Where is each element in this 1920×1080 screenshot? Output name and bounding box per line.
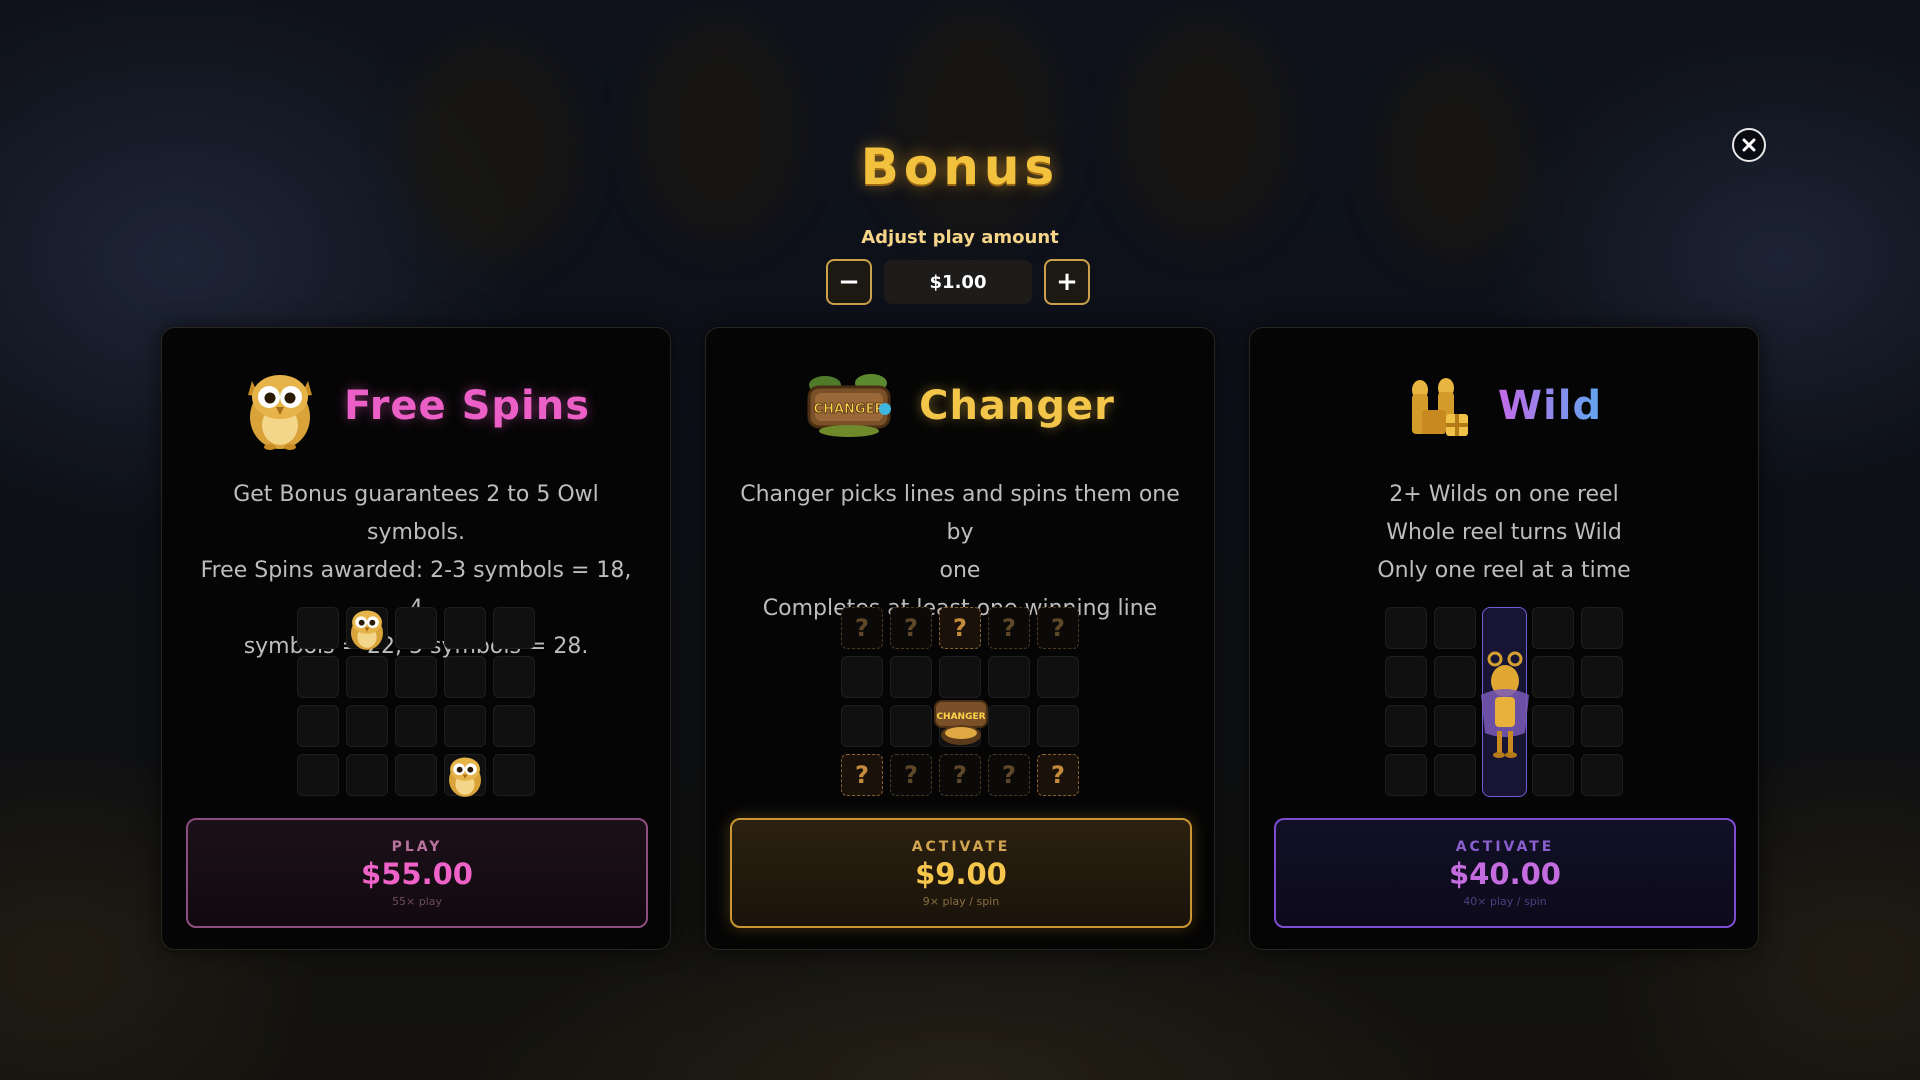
reel-cell [841,705,883,747]
question-mark-cell: ? [939,754,981,796]
reel-cell [1581,705,1623,747]
question-mark-cell: ? [841,607,883,649]
reel-cell [493,754,535,796]
reel-cell [1385,705,1427,747]
reel-cell [346,705,388,747]
reel-cell [395,754,437,796]
action-label: PLAY [391,838,443,855]
reel-cell [395,607,437,649]
reel-cell [444,656,486,698]
question-mark-cell: ? [988,607,1030,649]
action-subtext: 40× play / spin [1463,894,1547,908]
action-price: $55.00 [361,856,473,891]
desc-line: Get Bonus guarantees 2 to 5 Owl symbols. [233,482,599,545]
reel-cell [395,656,437,698]
desc-line: one [939,558,981,583]
reel-cell [444,705,486,747]
adjust-play-label: Adjust play amount [861,227,1059,248]
reel-cell [493,705,535,747]
reel-cell [346,656,388,698]
question-mark-cell: ? [939,607,981,649]
wild-description: 2+ Wilds on one reel Whole reel turns Wi… [1280,476,1728,590]
owl-icon [247,375,312,450]
changer-description: Changer picks lines and spins them one b… [736,476,1184,628]
question-mark-cell: ? [1037,754,1079,796]
reel-cell [1434,656,1476,698]
reel-cell [346,754,388,796]
changer-sign-text: CHANGER [814,402,885,417]
changer-title: Changer [919,383,1115,429]
reel-cell [1385,754,1427,796]
reel-cell [1532,656,1574,698]
reel-cell [1037,656,1079,698]
wild-activate-button[interactable]: ACTIVATE $40.00 40× play / spin [1274,818,1736,928]
question-mark-cell: ? [890,754,932,796]
play-amount-stepper: − $1.00 + [826,259,1090,305]
play-amount-value: $1.00 [884,260,1032,304]
action-subtext: 9× play / spin [922,894,1000,908]
reel-cell [890,656,932,698]
reel-cell [988,656,1030,698]
action-price: $9.00 [915,856,1007,891]
reel-cell [1581,656,1623,698]
reel-cell [1581,607,1623,649]
reel-cell [493,656,535,698]
reel-cell [1385,607,1427,649]
desc-line: 2+ Wilds on one reel [1389,482,1619,507]
owl-symbol-icon [449,757,481,797]
decrease-amount-button[interactable]: − [826,259,872,305]
reel-cell [1385,656,1427,698]
page-title: Bonus [860,138,1060,196]
changer-symbol-icon: CHANGER [934,700,988,745]
reel-cell [988,705,1030,747]
action-label: ACTIVATE [1455,838,1555,855]
wild-title: Wild [1497,383,1603,429]
wild-character-icon [1481,651,1529,758]
question-mark-cell: ? [890,607,932,649]
question-mark-cell: ? [1037,607,1079,649]
free-spins-reel-grid [297,607,537,799]
reel-cell [1434,705,1476,747]
gold-stack-icon [1411,378,1468,436]
reel-cell [297,754,339,796]
reel-cell [444,607,486,649]
reel-cell [493,607,535,649]
changer-activate-button[interactable]: ACTIVATE $9.00 9× play / spin [730,818,1192,928]
action-price: $40.00 [1449,856,1561,891]
wild-card: Wild 2+ Wilds on one reel Whole reel tur… [1249,327,1759,950]
wild-reel-grid [1385,607,1625,799]
reel-cell [395,705,437,747]
reel-cell [297,656,339,698]
desc-line: Changer picks lines and spins them one b… [740,482,1180,545]
question-mark-cell: ? [841,754,883,796]
reel-cell [890,705,932,747]
changer-symbol-text: CHANGER [936,712,985,722]
reel-cell [297,705,339,747]
reel-cell [1434,607,1476,649]
free-spins-card: Free Spins Get Bonus guarantees 2 to 5 O… [161,327,671,950]
changer-sign-icon: CHANGER [807,374,892,437]
action-subtext: 55× play [392,894,442,908]
reel-cell [1532,607,1574,649]
desc-line: Whole reel turns Wild [1386,520,1622,545]
free-spins-title: Free Spins [343,383,591,429]
reel-cell [841,656,883,698]
reel-cell [939,656,981,698]
question-mark-cell: ? [988,754,1030,796]
changer-card: CHANGER Changer Changer picks lines and … [705,327,1215,950]
increase-amount-button[interactable]: + [1044,259,1090,305]
reel-cell [1037,705,1079,747]
free-spins-play-button[interactable]: PLAY $55.00 55× play [186,818,648,928]
reel-cell [297,607,339,649]
reel-cell [1434,754,1476,796]
changer-reel-grid: ? ? ? ? ? ? ? ? ? ? CHANGER [841,607,1081,799]
desc-line: Only one reel at a time [1377,558,1631,583]
owl-symbol-icon [351,610,383,650]
reel-cell [1532,754,1574,796]
reel-cell [1581,754,1623,796]
reel-cell [1532,705,1574,747]
action-label: ACTIVATE [911,838,1011,855]
